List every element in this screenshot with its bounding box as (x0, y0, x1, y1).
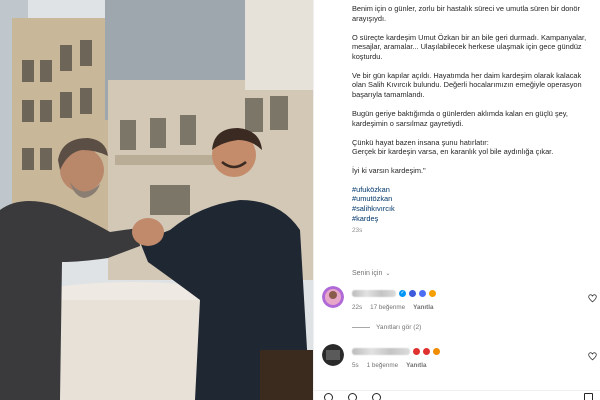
heart-icon[interactable] (588, 352, 597, 361)
post-caption: Benim için o günler, zorlu bir hastalık … (352, 4, 592, 236)
hashtag-list: #ufuközkan #umutözkan #salihkıvırcık #ka… (352, 185, 592, 224)
post-photo[interactable] (0, 0, 313, 400)
hashtag-link[interactable]: #kardeş (352, 214, 592, 224)
emoji-icon (433, 347, 440, 355)
divider (352, 327, 370, 328)
caption-paragraph: Benim için o günler, zorlu bir hastalık … (352, 4, 580, 23)
hashtag-link[interactable]: #ufuközkan (352, 185, 592, 195)
comments-sort-label: Senin için (352, 270, 383, 277)
emoji-icon (429, 289, 436, 297)
avatar[interactable] (322, 344, 344, 366)
reply-button[interactable]: Yanıtla (406, 362, 426, 369)
comment-time: 22s (352, 304, 363, 311)
post-details-panel: Benim için o günler, zorlu bir hastalık … (313, 0, 600, 400)
comment-body: ✓ 22s 17 beğenme Yanıtla (352, 288, 582, 311)
post-time: 23s (352, 227, 363, 235)
comment-likes[interactable]: 1 beğenme (367, 362, 399, 369)
blurred-username[interactable] (352, 347, 410, 355)
verified-icon: ✓ (399, 289, 406, 297)
heart-icon[interactable] (588, 294, 597, 303)
comments-sort-dropdown[interactable]: Senin için ⌄ (352, 270, 390, 277)
avatar[interactable] (322, 286, 344, 308)
comment-icon[interactable] (348, 393, 357, 400)
caption-paragraph: O süreçte kardeşim Umut Özkan bir an bil… (352, 32, 587, 61)
hashtag-link[interactable]: #umutözkan (352, 194, 592, 204)
comment-meta: 22s 17 beğenme Yanıtla (352, 304, 582, 311)
caption-closing: İyi ki varsın kardeşim." (352, 166, 426, 176)
emoji-icon (413, 347, 420, 355)
comment-header: ✓ (352, 288, 582, 298)
hashtag-link[interactable]: #salihkıvırcık (352, 204, 592, 214)
comment-body: 5s 1 beğenme Yanıtla (352, 346, 582, 369)
bookmark-icon[interactable] (584, 393, 593, 400)
comment-meta: 5s 1 beğenme Yanıtla (352, 362, 582, 369)
share-icon[interactable] (372, 393, 381, 400)
emoji-icon (423, 347, 430, 355)
caption-paragraph: Çünkü hayat bazen insana şunu hatırlatır… (352, 137, 489, 147)
comment-likes[interactable]: 17 beğenme (370, 304, 405, 311)
caption-paragraph: Ve bir gün kapılar açıldı. Hayatımda her… (352, 70, 582, 99)
post-action-bar (314, 390, 600, 400)
view-replies-label: Yanıtları gör (2) (376, 324, 422, 331)
comment-time: 5s (352, 362, 359, 369)
emoji-icon (419, 289, 426, 297)
blurred-username[interactable] (352, 289, 396, 297)
reply-button[interactable]: Yanıtla (413, 304, 433, 311)
caption-paragraph: Gerçek bir kardeşin varsa, en karanlık y… (352, 147, 554, 157)
like-icon[interactable] (324, 393, 333, 400)
post-image (0, 0, 313, 400)
chevron-down-icon: ⌄ (385, 271, 391, 277)
view-replies-button[interactable]: Yanıtları gör (2) (352, 324, 421, 331)
emoji-icon (409, 289, 416, 297)
caption-paragraph: Bugün geriye baktığımda o günlerden aklı… (352, 108, 568, 128)
comment-header (352, 346, 582, 356)
